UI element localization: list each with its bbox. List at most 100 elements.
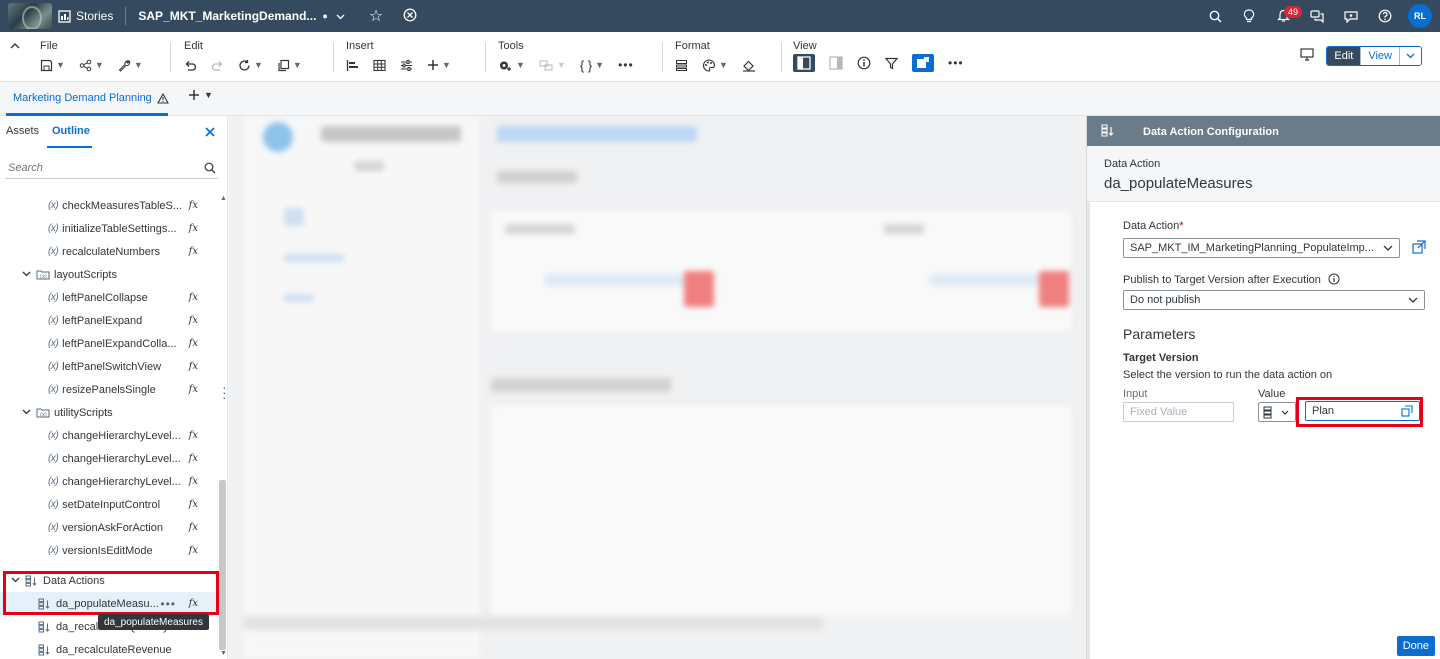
- refresh-menu-button[interactable]: ▼: [238, 59, 263, 72]
- story-canvas[interactable]: [229, 116, 1086, 659]
- tree-item[interactable]: da_recalculateRevenue: [0, 638, 218, 659]
- present-monitor-icon[interactable]: [1300, 48, 1314, 64]
- add-page-button[interactable]: ▼: [188, 89, 213, 101]
- function-fx-icon[interactable]: fx: [189, 292, 198, 303]
- scrollbar-thumb[interactable]: [219, 480, 226, 650]
- data-action-select[interactable]: SAP_MKT_IM_MarketingPlanning_PopulateImp…: [1123, 238, 1400, 258]
- function-fx-icon[interactable]: fx: [189, 200, 198, 211]
- insert-add-menu-button[interactable]: ▼: [427, 59, 451, 71]
- tab-assets[interactable]: Assets: [6, 125, 39, 137]
- company-logo[interactable]: [8, 3, 52, 29]
- tools-wrench-menu-button[interactable]: ▼: [118, 59, 143, 72]
- info-icon[interactable]: [1328, 273, 1340, 285]
- view-more-button[interactable]: •••: [948, 56, 964, 70]
- function-fx-icon[interactable]: fx: [189, 223, 198, 234]
- tree-item[interactable]: (x) setDateInputControl fx: [0, 493, 218, 516]
- share-menu-button[interactable]: ▼: [79, 59, 104, 72]
- scroll-down-icon[interactable]: ▼: [220, 650, 227, 657]
- scripting-panel-button[interactable]: [912, 54, 934, 72]
- svg-text:(x): (x): [40, 274, 47, 280]
- undo-button[interactable]: [184, 59, 197, 72]
- tree-item[interactable]: (x) changeHierarchyLevel... fx: [0, 424, 218, 447]
- outline-search-input[interactable]: [5, 159, 195, 177]
- theme-menu-button[interactable]: ▼: [702, 58, 728, 72]
- tree-item-label: versionAskForAction: [62, 521, 164, 534]
- function-fx-icon[interactable]: fx: [189, 246, 198, 257]
- right-panel-toggle-button[interactable]: [829, 56, 843, 70]
- tree-folder[interactable]: (x) layoutScripts: [0, 263, 218, 286]
- tab-outline[interactable]: Outline: [52, 125, 90, 137]
- user-avatar[interactable]: RL: [1408, 4, 1432, 28]
- function-fx-icon[interactable]: fx: [189, 522, 198, 533]
- close-story-icon[interactable]: [403, 8, 417, 25]
- linked-analysis-menu-button[interactable]: ▼: [539, 59, 566, 72]
- script-variable-icon: (x): [48, 430, 59, 441]
- function-fx-icon[interactable]: fx: [189, 545, 198, 556]
- filter-button[interactable]: [885, 57, 898, 70]
- tree-item[interactable]: (x) leftPanelExpand fx: [0, 309, 218, 332]
- publish-select[interactable]: Do not publish: [1123, 290, 1425, 310]
- tree-item[interactable]: (x) versionIsEditMode fx: [0, 539, 218, 562]
- insert-table-button[interactable]: [373, 59, 386, 72]
- discussions-icon[interactable]: [1300, 9, 1334, 23]
- notifications-bell-icon[interactable]: 49: [1266, 6, 1303, 23]
- outline-scrollbar[interactable]: ▲ ▼: [218, 193, 227, 659]
- tree-item[interactable]: (x) leftPanelCollapse fx: [0, 286, 218, 309]
- function-fx-icon[interactable]: fx: [189, 476, 198, 487]
- function-fx-icon[interactable]: fx: [189, 361, 198, 372]
- insert-chart-button[interactable]: [346, 59, 359, 72]
- save-menu-button[interactable]: ▼: [40, 59, 65, 72]
- function-fx-icon[interactable]: fx: [189, 384, 198, 395]
- view-mode-button[interactable]: View: [1360, 47, 1399, 65]
- tree-item[interactable]: (x) changeHierarchyLevel... fx: [0, 470, 218, 493]
- mode-dropdown-icon[interactable]: [1399, 47, 1421, 65]
- done-button[interactable]: Done: [1396, 636, 1435, 656]
- story-title[interactable]: SAP_MKT_MarketingDemand...: [138, 9, 316, 23]
- copy-menu-button[interactable]: ▼: [277, 59, 302, 72]
- value-type-select[interactable]: [1258, 402, 1296, 422]
- tree-item[interactable]: (x) leftPanelSwitchView fx: [0, 355, 218, 378]
- more-icon: •••: [618, 58, 634, 72]
- resize-handle-icon[interactable]: · · ·: [222, 380, 227, 404]
- function-fx-icon[interactable]: fx: [189, 499, 198, 510]
- tree-item[interactable]: (x) leftPanelExpandColla... fx: [0, 332, 218, 355]
- styling-button[interactable]: [675, 59, 688, 72]
- help-icon[interactable]: [1368, 9, 1402, 23]
- tree-item[interactable]: (x) initializeTableSettings... fx: [0, 217, 218, 240]
- lightbulb-icon[interactable]: [1232, 9, 1266, 23]
- tools-more-button[interactable]: •••: [618, 58, 634, 72]
- script-braces-menu-button[interactable]: { } ▼: [580, 58, 604, 73]
- canvas-blob: [544, 274, 684, 286]
- page-tab-marketing-demand-planning[interactable]: Marketing Demand Planning: [13, 92, 169, 104]
- stories-menu[interactable]: Stories: [58, 9, 113, 23]
- function-fx-icon[interactable]: fx: [189, 430, 198, 441]
- favorite-star-icon[interactable]: ☆: [369, 6, 383, 26]
- open-data-action-icon[interactable]: [1412, 240, 1426, 257]
- scroll-up-icon[interactable]: ▲: [220, 195, 227, 202]
- canvas-blob: [684, 271, 714, 307]
- edit-mode-button[interactable]: Edit: [1327, 47, 1361, 65]
- add-calculation-menu-button[interactable]: ▼: [498, 59, 525, 72]
- left-panel-toggle-button[interactable]: [793, 54, 815, 72]
- tree-item[interactable]: (x) versionAskForAction fx: [0, 516, 218, 539]
- insert-input-control-button[interactable]: [400, 59, 413, 72]
- paint-format-button[interactable]: [742, 59, 756, 72]
- search-icon[interactable]: [204, 162, 216, 177]
- function-fx-icon[interactable]: fx: [189, 453, 198, 464]
- search-icon[interactable]: [1198, 10, 1232, 23]
- function-fx-icon[interactable]: fx: [189, 338, 198, 349]
- redo-button[interactable]: [211, 59, 224, 72]
- chevron-down-icon[interactable]: [22, 269, 31, 280]
- tree-item[interactable]: (x) changeHierarchyLevel... fx: [0, 447, 218, 470]
- feedback-icon[interactable]: [1334, 10, 1368, 23]
- title-dropdown-icon[interactable]: [336, 9, 345, 23]
- close-panel-icon[interactable]: [205, 124, 215, 140]
- collapse-toolbar-icon[interactable]: [10, 40, 20, 52]
- tree-folder[interactable]: (x) utilityScripts: [0, 401, 218, 424]
- info-button[interactable]: [857, 56, 871, 70]
- tree-item[interactable]: (x) checkMeasuresTableS... fx: [0, 194, 218, 217]
- tree-item[interactable]: (x) resizePanelsSingle fx: [0, 378, 218, 401]
- function-fx-icon[interactable]: fx: [189, 315, 198, 326]
- chevron-down-icon[interactable]: [22, 407, 31, 418]
- tree-item[interactable]: (x) recalculateNumbers fx: [0, 240, 218, 263]
